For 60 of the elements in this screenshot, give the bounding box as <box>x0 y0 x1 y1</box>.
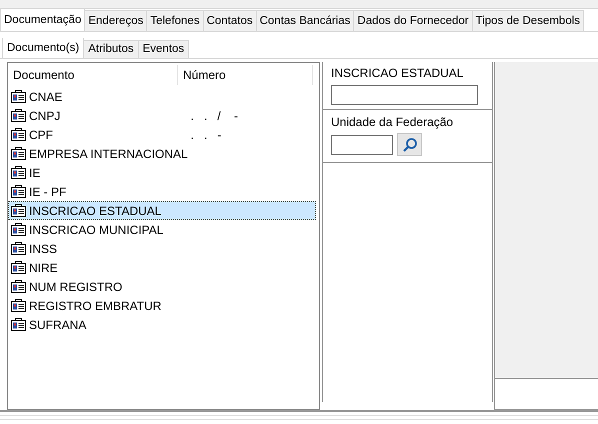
tab[interactable]: Dados do Fornecedor <box>353 10 473 31</box>
input-field[interactable] <box>331 85 478 105</box>
table-cell: INSCRICAO MUNICIPAL <box>29 222 164 236</box>
list-row[interactable]: CNPJ . . / - <box>8 106 316 125</box>
tab[interactable]: Documentação <box>0 9 86 31</box>
table-cell: CPF <box>29 128 53 142</box>
input-field[interactable] <box>331 134 393 154</box>
tab[interactable]: Telefones <box>146 10 204 31</box>
search-icon <box>402 136 418 152</box>
tab[interactable]: Endereços <box>84 10 148 31</box>
table-cell: IE - PF <box>29 184 66 198</box>
table-cell-text: . . / - <box>190 108 238 122</box>
id-card-icon <box>11 204 26 217</box>
id-card-icon <box>11 242 26 255</box>
id-card-icon <box>11 223 26 236</box>
table-cell: REGISTRO EMBRATUR <box>29 298 162 312</box>
table-cell: SUFRANA <box>29 318 86 332</box>
list-row[interactable]: IE - PF <box>8 182 316 201</box>
list-row[interactable]: REGISTRO EMBRATUR <box>8 296 316 315</box>
tab[interactable]: Contas Bancárias <box>256 10 354 31</box>
tab[interactable]: Documento(s) <box>2 38 84 58</box>
document-list[interactable]: Documento Número CNAE CNPJ . . / - CPF . . - EMPRESA INTERNACIONAL IE IE - PF INSCRICAO ESTADUAL INSCRICAO MUNICIPAL INSS NIRE NUM REGISTRO REGISTRO EMBRATUR SUFRANA <box>7 62 320 410</box>
table-cell: CNAE <box>29 90 62 104</box>
table-cell: CNPJ <box>29 108 60 122</box>
list-row[interactable]: NIRE <box>8 258 316 277</box>
list-row[interactable]: EMPRESA INTERNACIONAL <box>8 144 316 163</box>
list-row[interactable]: INSS <box>8 239 316 258</box>
field-label: INSCRICAO ESTADUAL <box>331 66 464 80</box>
id-card-icon <box>11 261 26 274</box>
id-card-icon <box>11 147 26 160</box>
list-row[interactable]: INSCRICAO ESTADUAL <box>8 201 316 220</box>
tab[interactable]: Eventos <box>138 40 190 58</box>
id-card-icon <box>11 318 26 331</box>
list-row[interactable]: NUM REGISTRO <box>8 277 316 296</box>
list-row[interactable]: SUFRANA <box>8 315 316 334</box>
table-cell: INSS <box>29 242 58 256</box>
column-header[interactable]: Documento <box>8 65 178 85</box>
table-cell: IE <box>29 166 40 180</box>
table-cell: NUM REGISTRO <box>29 280 122 294</box>
tab[interactable]: Tipos de Desembols <box>472 10 584 31</box>
table-cell: INSCRICAO ESTADUAL <box>29 204 162 218</box>
table-cell: EMPRESA INTERNACIONAL <box>29 146 188 160</box>
tab[interactable]: Atributos <box>83 40 139 58</box>
table-cell: NIRE <box>29 260 58 274</box>
id-card-icon <box>11 90 26 103</box>
list-row[interactable]: CNAE <box>8 87 316 106</box>
list-row[interactable]: INSCRICAO MUNICIPAL <box>8 220 316 239</box>
list-row[interactable]: IE <box>8 163 316 182</box>
search-button[interactable] <box>397 133 422 156</box>
column-header[interactable]: Número <box>178 65 313 85</box>
id-card-icon <box>11 128 26 141</box>
id-card-icon <box>11 185 26 198</box>
id-card-icon <box>11 299 26 312</box>
id-card-icon <box>11 109 26 122</box>
id-card-icon <box>11 166 26 179</box>
id-card-icon <box>11 280 26 293</box>
table-cell-text: . . - <box>190 128 222 142</box>
tab[interactable]: Contatos <box>202 10 257 31</box>
field-label: Unidade da Federação <box>331 115 454 129</box>
list-row[interactable]: CPF . . - <box>8 125 316 144</box>
